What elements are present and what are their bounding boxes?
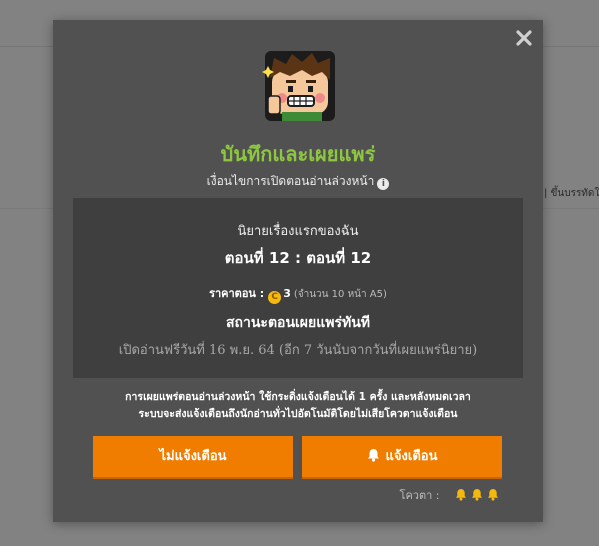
publish-status: สถานะตอนเผยแพร่ทันที <box>225 315 371 331</box>
description-line: การเผยแพร่ตอนอ่านล่วงหน้า ใช้กระดิ่งแจ้ง… <box>125 391 471 403</box>
close-icon[interactable] <box>515 29 533 47</box>
quota-bell-icon <box>451 488 467 502</box>
episode-info-box: นิยายเรื่องแรกของฉัน ตอนที่ 12 : ตอนที่ … <box>73 198 523 378</box>
quota-bells <box>451 488 499 502</box>
episode-title: ตอนที่ 12 : ตอนที่ 12 <box>224 249 372 267</box>
modal-subtitle: เงื่อนไขการเปิดตอนอ่านล่วงหน้า i <box>53 172 543 191</box>
no-notify-button[interactable]: ไม่แจ้งเตือน <box>93 436 293 477</box>
notify-label: แจ้งเตือน <box>385 449 438 464</box>
price-value: 3 <box>283 287 291 300</box>
price-note: (จำนวน 10 หน้า A5) <box>293 289 387 300</box>
description-line: ระบบจะส่งแจ้งเตือนถึงนักอ่านทั่วไปอัตโนม… <box>138 408 458 420</box>
notification-description: การเผยแพร่ตอนอ่านล่วงหน้า ใช้กระดิ่งแจ้ง… <box>73 389 523 423</box>
novel-title: นิยายเรื่องแรกของฉัน <box>237 224 359 239</box>
publish-modal: บันทึกและเผยแพร่ เงื่อนไขการเปิดตอนอ่านล… <box>53 20 543 522</box>
info-icon[interactable]: i <box>377 178 390 190</box>
no-notify-label: ไม่แจ้งเตือน <box>159 449 227 464</box>
subtitle-text: เงื่อนไขการเปิดตอนอ่านล่วงหน้า <box>206 174 375 188</box>
coin-icon: C <box>268 291 282 304</box>
notification-quota: โควตา : <box>400 486 499 504</box>
background-toolbar-text: | ขึ้นบรรทัดใ <box>544 188 599 199</box>
bell-icon <box>367 438 380 479</box>
quota-label: โควตา : <box>399 489 440 502</box>
notify-button[interactable]: แจ้งเตือน <box>302 436 502 477</box>
quota-bell-icon <box>467 488 483 502</box>
price-row: ราคาตอน : C 3 (จำนวน 10 หน้า A5) <box>73 284 523 304</box>
modal-title: บันทึกและเผยแพร่ <box>220 142 376 166</box>
price-label: ราคาตอน : <box>209 287 265 300</box>
free-read-date: เปิดอ่านฟรีวันที่ 16 พ.ย. 64 (อีก 7 วันน… <box>118 343 478 358</box>
quota-bell-icon <box>483 488 499 502</box>
mascot-avatar <box>262 48 338 124</box>
